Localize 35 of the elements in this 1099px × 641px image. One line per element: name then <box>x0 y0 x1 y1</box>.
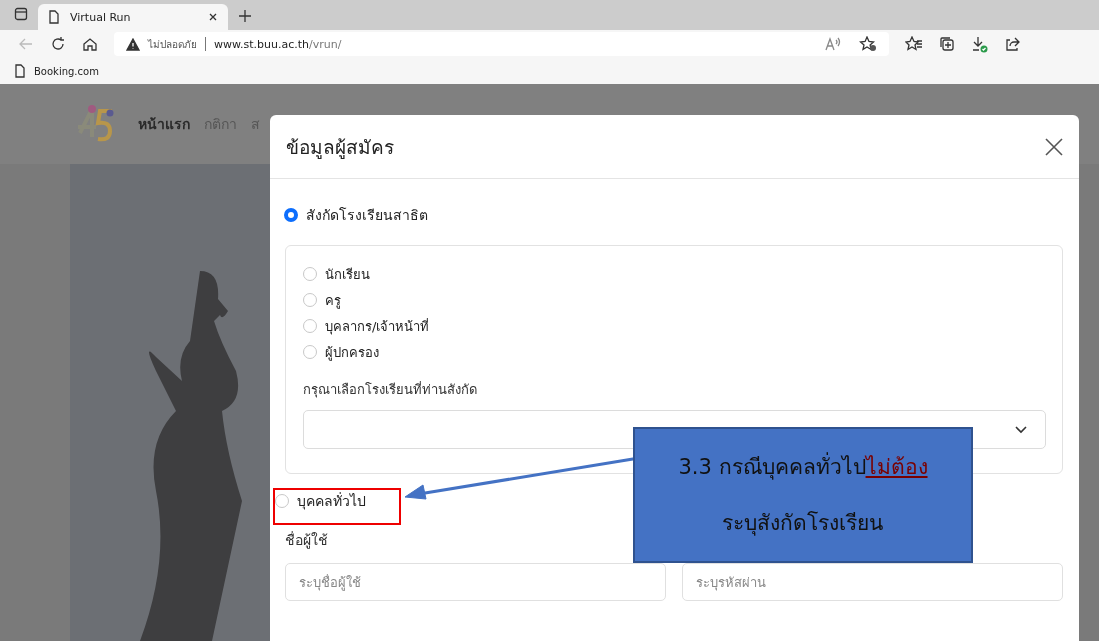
browser-tab[interactable]: Virtual Run <box>38 4 228 30</box>
callout-text: 3.3 กรณีบุคคลทั่วไปไม่ต้อง ระบุสังกัดโรงเรียน <box>678 439 928 551</box>
read-aloud-icon[interactable] <box>825 37 841 51</box>
bookmark[interactable]: Booking.com <box>14 64 99 78</box>
home-icon[interactable] <box>82 36 98 52</box>
dialog-title: ข้อมูลผู้สมัคร <box>286 134 394 161</box>
tab-actions-icon[interactable] <box>14 7 28 21</box>
radio-option[interactable]: ครู <box>303 287 341 313</box>
address-bar[interactable]: ไม่ปลอดภัย www.st.buu.ac.th/vrun/ <box>114 32 889 56</box>
new-tab-icon[interactable] <box>238 9 252 23</box>
refresh-icon[interactable] <box>50 36 66 52</box>
add-favorite-icon[interactable] <box>859 36 877 52</box>
field-label: ชื่อผู้ใช้ <box>285 530 329 551</box>
nav-link[interactable]: หน้าแรก <box>138 113 190 135</box>
field-label: กรุณาเลือกโรงเรียนที่ท่านสังกัด <box>303 380 478 400</box>
tab-title: Virtual Run <box>70 10 132 24</box>
input-field[interactable]: ระบุชื่อผู้ใช้ <box>285 563 666 601</box>
radio-option[interactable]: บุคคลทั่วไป <box>275 491 366 511</box>
radio-option[interactable]: ผู้ปกครอง <box>303 339 379 365</box>
chevron-down-icon <box>1015 425 1027 434</box>
radio-option[interactable]: สังกัดโรงเรียนสาธิต <box>284 205 428 225</box>
collections-icon[interactable] <box>939 36 955 52</box>
download-icon[interactable] <box>971 35 989 53</box>
radio-option[interactable]: บุคลากร/เจ้าหน้าที่ <box>303 313 430 339</box>
page-icon <box>14 64 26 78</box>
page-icon <box>48 10 60 24</box>
warning-icon <box>126 37 140 51</box>
input-field[interactable]: ระบุรหัสผ่าน <box>682 563 1063 601</box>
share-icon[interactable] <box>1005 36 1021 52</box>
close-icon[interactable] <box>208 12 218 22</box>
url-text[interactable]: www.st.buu.ac.th/vrun/ <box>214 37 342 51</box>
close-icon[interactable] <box>1045 137 1063 156</box>
favorites-icon[interactable] <box>905 36 923 52</box>
security-warning[interactable]: ไม่ปลอดภัย <box>148 36 197 52</box>
radio-option[interactable]: นักเรียน <box>303 261 370 287</box>
